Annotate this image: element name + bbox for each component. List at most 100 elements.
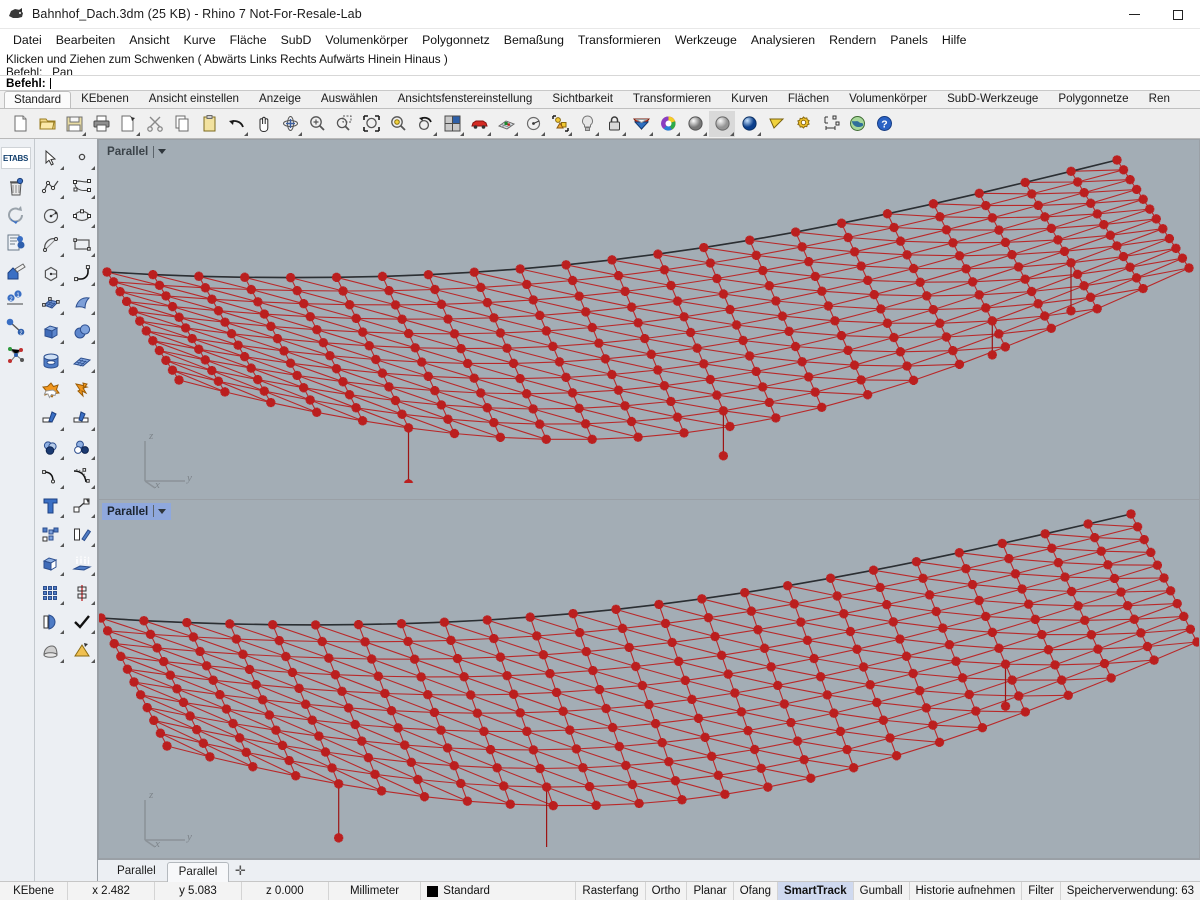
surface-from-points-icon[interactable] <box>35 288 66 317</box>
menu-bearbeiten[interactable]: Bearbeiten <box>49 31 122 49</box>
line-two-points-icon[interactable]: 2 <box>0 313 31 341</box>
etabs-plugin-icon[interactable]: ETABS <box>0 143 31 173</box>
save-file-icon[interactable] <box>61 111 87 137</box>
viewport-bottom[interactable]: Parallel z y x <box>98 499 1200 859</box>
toolbar-tab-ansichtsfenstereinstellung[interactable]: Ansichtsfenstereinstellung <box>388 91 543 108</box>
zoom-extents-icon[interactable] <box>358 111 384 137</box>
shaded-sphere-icon[interactable] <box>682 111 708 137</box>
mirror-icon[interactable] <box>66 578 97 607</box>
mesh-plane-icon[interactable] <box>66 346 97 375</box>
viewport-top-projection-label[interactable]: Parallel <box>102 143 171 160</box>
viewport-layout-icon[interactable] <box>439 111 465 137</box>
viewport-top[interactable]: Parallel z y x <box>98 139 1200 500</box>
toolbar-tab-sichtbarkeit[interactable]: Sichtbarkeit <box>542 91 623 108</box>
surface-sweep-icon[interactable] <box>66 288 97 317</box>
scale-icon[interactable] <box>66 491 97 520</box>
light-bulb-icon[interactable] <box>574 111 600 137</box>
viewport-tab-parallel-2[interactable]: Parallel <box>166 862 230 882</box>
rectangle-icon[interactable] <box>66 230 97 259</box>
render-car-icon[interactable] <box>466 111 492 137</box>
status-historie[interactable]: Historie aufnehmen <box>910 882 1023 900</box>
toolbar-tab-subd-werkzeuge[interactable]: SubD-Werkzeuge <box>937 91 1048 108</box>
trim-icon[interactable] <box>35 404 66 433</box>
toolbar-tab-auswaehlen[interactable]: Auswählen <box>311 91 388 108</box>
move-copy-icon[interactable] <box>66 520 97 549</box>
status-current-layer[interactable]: Standard <box>421 882 577 900</box>
extrude-solid-icon[interactable] <box>35 549 66 578</box>
undo-arrow-icon[interactable] <box>0 201 31 229</box>
pan-hand-icon[interactable] <box>250 111 276 137</box>
menu-ansicht[interactable]: Ansicht <box>122 31 176 49</box>
offset-surface-icon[interactable] <box>66 549 97 578</box>
layer-color-swatch[interactable] <box>427 885 439 897</box>
zoom-previous-icon[interactable] <box>412 111 438 137</box>
undo-icon[interactable] <box>223 111 249 137</box>
toolbar-tab-anzeige[interactable]: Anzeige <box>249 91 311 108</box>
array-icon[interactable] <box>35 520 66 549</box>
maximize-button[interactable] <box>1156 0 1200 29</box>
status-units[interactable]: Millimeter <box>329 882 422 900</box>
toolbar-tab-flaechen[interactable]: Flächen <box>778 91 839 108</box>
fillet-curve-icon[interactable] <box>35 462 66 491</box>
new-file-icon[interactable] <box>7 111 33 137</box>
zoom-in-icon[interactable] <box>304 111 330 137</box>
toolbar-tab-volumenkoerper[interactable]: Volumenkörper <box>839 91 937 108</box>
status-planar[interactable]: Planar <box>687 882 734 900</box>
viewport-bottom-projection-label[interactable]: Parallel <box>102 502 172 520</box>
menu-subd[interactable]: SubD <box>274 31 319 49</box>
properties-panel-icon[interactable] <box>0 229 31 257</box>
status-ortho[interactable]: Ortho <box>646 882 688 900</box>
point-object-icon[interactable] <box>66 143 97 172</box>
check-object-icon[interactable] <box>66 607 97 636</box>
viewport-top-canvas[interactable] <box>99 140 1199 499</box>
lock-icon[interactable] <box>601 111 627 137</box>
paste-icon[interactable] <box>196 111 222 137</box>
colour-wheel-icon[interactable] <box>655 111 681 137</box>
grid-snap-icon[interactable] <box>493 111 519 137</box>
zoom-selected-icon[interactable] <box>385 111 411 137</box>
toolbar-tab-kebenen[interactable]: KEbenen <box>71 91 139 108</box>
explode-icon[interactable] <box>66 375 97 404</box>
menu-volumenkoerper[interactable]: Volumenkörper <box>318 31 415 49</box>
zoom-window-icon[interactable] <box>331 111 357 137</box>
layer-home-icon[interactable] <box>0 257 31 285</box>
menu-werkzeuge[interactable]: Werkzeuge <box>668 31 744 49</box>
control-point-curve-icon[interactable] <box>66 172 97 201</box>
delete-trash-icon[interactable] <box>0 173 31 201</box>
boolean-union-icon[interactable] <box>35 375 66 404</box>
menu-transformieren[interactable]: Transformieren <box>571 31 668 49</box>
status-gumball[interactable]: Gumball <box>854 882 910 900</box>
scissors-cut-icon[interactable] <box>142 111 168 137</box>
menu-flaeche[interactable]: Fläche <box>223 31 274 49</box>
earth-globe-icon[interactable] <box>844 111 870 137</box>
dimension-icon[interactable] <box>817 111 843 137</box>
cylinder-solid-icon[interactable] <box>35 346 66 375</box>
add-viewport-button[interactable]: ✛ <box>229 863 251 881</box>
layer-objects-icon[interactable] <box>547 111 573 137</box>
status-layer-label[interactable]: KEbene <box>0 882 69 900</box>
chevron-down-icon[interactable] <box>158 149 167 154</box>
cut-object-icon[interactable] <box>115 111 141 137</box>
select-arrow-icon[interactable] <box>35 143 66 172</box>
menu-rendern[interactable]: Rendern <box>822 31 883 49</box>
flat-shade-icon[interactable] <box>763 111 789 137</box>
command-history-area[interactable]: Klicken und Ziehen zum Schwenken ( Abwär… <box>0 51 1200 91</box>
arc-icon[interactable] <box>35 230 66 259</box>
open-file-icon[interactable] <box>34 111 60 137</box>
copy-icon[interactable] <box>169 111 195 137</box>
viewport-bottom-canvas[interactable] <box>99 500 1199 859</box>
unroll-surface-icon[interactable] <box>35 607 66 636</box>
surface-colour-icon[interactable] <box>628 111 654 137</box>
options-gear-icon[interactable] <box>790 111 816 137</box>
menu-hilfe[interactable]: Hilfe <box>935 31 974 49</box>
rendered-sphere-icon[interactable] <box>736 111 762 137</box>
boolean-difference-icon[interactable] <box>35 433 66 462</box>
polyline-icon[interactable] <box>35 172 66 201</box>
curve-fillet-icon[interactable] <box>66 259 97 288</box>
chevron-down-icon[interactable] <box>158 508 167 514</box>
menu-analysieren[interactable]: Analysieren <box>744 31 822 49</box>
rectangular-array-icon[interactable] <box>35 578 66 607</box>
rotate-view-icon[interactable] <box>277 111 303 137</box>
ghosted-sphere-icon[interactable] <box>709 110 735 137</box>
menu-bemassung[interactable]: Bemaßung <box>497 31 571 49</box>
